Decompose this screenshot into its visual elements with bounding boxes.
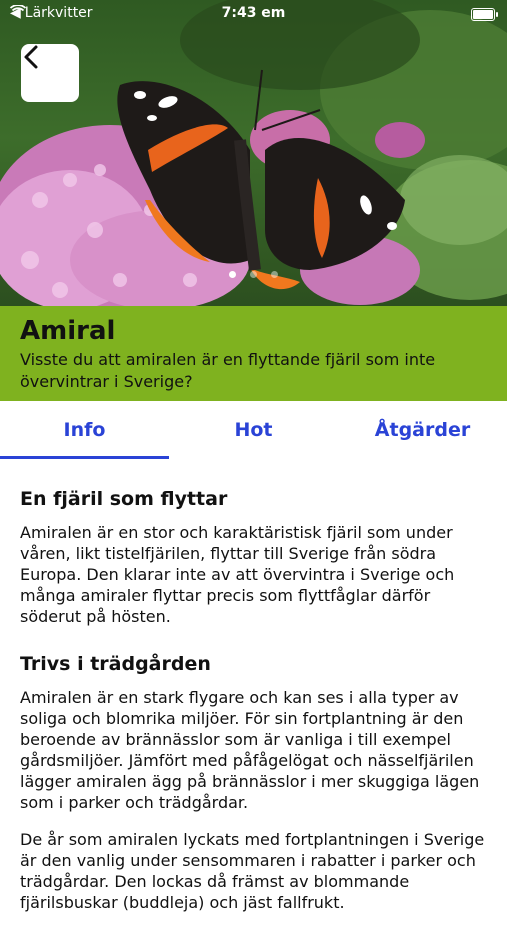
- species-title: Amiral: [20, 316, 116, 346]
- tab-hot[interactable]: Hot: [169, 401, 338, 458]
- battery-icon: [471, 8, 498, 21]
- section-heading: Trivs i trädgården: [20, 653, 211, 675]
- back-button[interactable]: [21, 44, 79, 102]
- section-paragraph: De år som amiralen lyckats med fortplant…: [20, 830, 485, 912]
- status-time: 7:43 em: [221, 5, 286, 21]
- pager-dot[interactable]: [229, 271, 236, 278]
- section-paragraph: Amiralen är en stor och karaktäristisk f…: [20, 523, 455, 626]
- active-tab-indicator: [0, 456, 169, 459]
- pager-dot[interactable]: [250, 271, 257, 278]
- tab-bar: Info Hot Åtgärder: [0, 401, 507, 460]
- status-bar: ◀ Lärkvitter 7:43 em: [0, 0, 507, 28]
- species-fact: Visste du att amiralen är en flyttande f…: [20, 350, 436, 391]
- pager-dot[interactable]: [271, 271, 278, 278]
- hero-photo: ◀ Lärkvitter 7:43 em: [0, 0, 507, 306]
- pager-dots: [0, 271, 507, 278]
- battery-level: [473, 10, 493, 19]
- section-heading: En fjäril som flyttar: [20, 488, 228, 510]
- tab-atgarder[interactable]: Åtgärder: [338, 401, 507, 458]
- info-content: En fjäril som flyttar Amiralen är en sto…: [20, 486, 490, 929]
- section-paragraph: Amiralen är en stark flygare och kan ses…: [20, 688, 480, 812]
- chevron-left-icon: [24, 45, 38, 69]
- tab-info[interactable]: Info: [0, 401, 169, 458]
